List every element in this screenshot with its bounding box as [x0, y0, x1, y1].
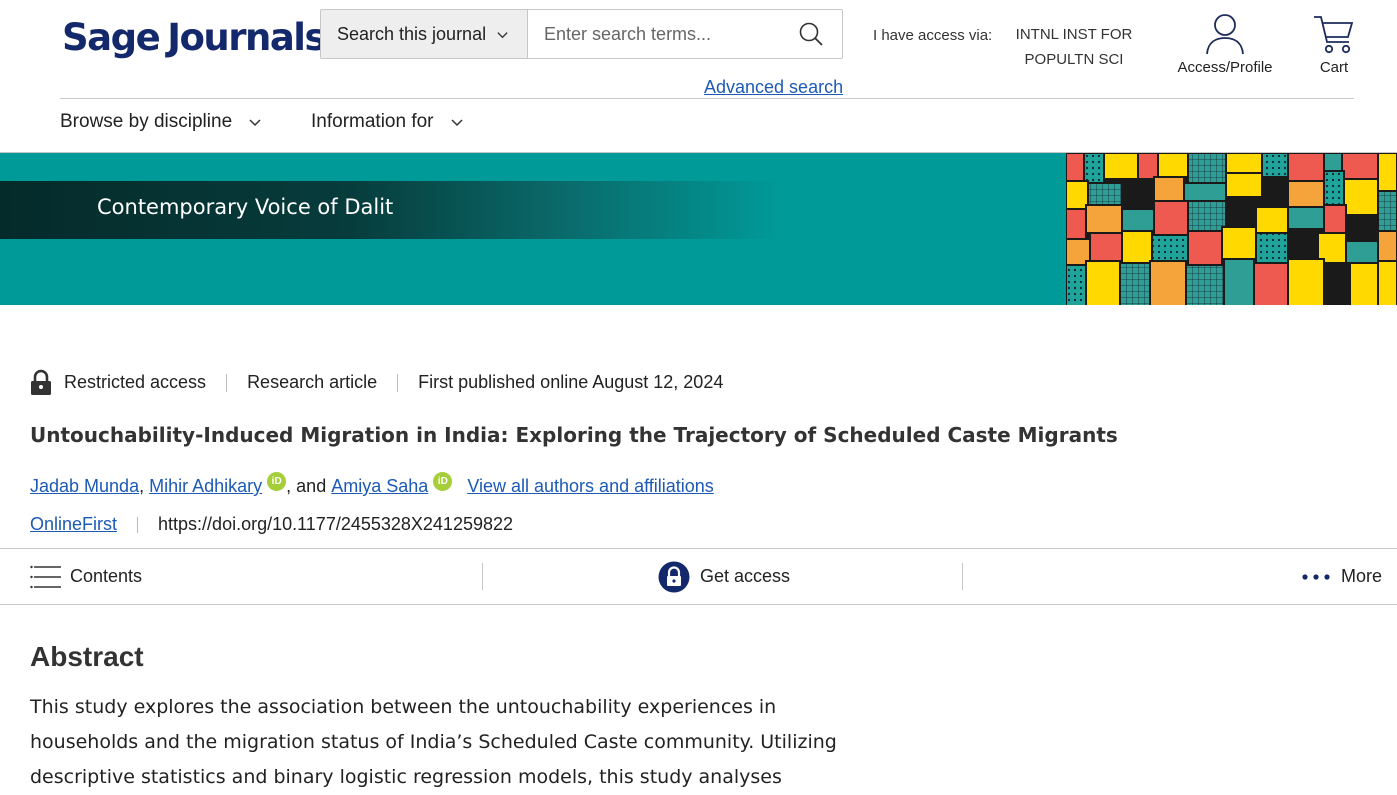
- menu-list-icon: [30, 565, 61, 588]
- cart-icon: [1314, 16, 1354, 54]
- author-link[interactable]: Mihir Adhikary: [149, 476, 262, 497]
- browse-discipline-menu[interactable]: Browse by discipline: [60, 111, 262, 133]
- action-divider: [482, 563, 483, 590]
- access-profile-label: Access/Profile: [1177, 59, 1273, 76]
- cart-label: Cart: [1319, 59, 1349, 76]
- view-all-authors-link[interactable]: View all authors and affiliations: [467, 476, 714, 497]
- doi-text[interactable]: https://doi.org/10.1177/2455328X24125982…: [158, 514, 513, 535]
- access-institution-line2: POPULTN SCI: [1024, 51, 1124, 68]
- meta-separator: [397, 373, 399, 392]
- access-institution-line1: INTNL INST FOR: [1015, 26, 1133, 43]
- orcid-icon[interactable]: iD: [433, 472, 453, 491]
- search-bar: Search this journal: [320, 9, 843, 59]
- article-title: Untouchability-Induced Migration in Indi…: [30, 423, 1118, 447]
- lock-circle-icon: [658, 561, 690, 592]
- get-access-button[interactable]: Get access: [658, 549, 790, 604]
- journal-banner: Contemporary Voice of Dalit: [0, 152, 1397, 305]
- chevron-down-icon: [249, 119, 261, 127]
- access-via-label: I have access via:: [873, 27, 993, 44]
- user-icon: [1206, 14, 1244, 55]
- journal-cover-pattern: [1066, 153, 1397, 305]
- orcid-icon[interactable]: iD: [267, 472, 287, 491]
- contents-label: Contents: [70, 566, 143, 586]
- more-label: More: [1341, 566, 1383, 586]
- author-separator: ,: [139, 476, 145, 496]
- contents-button[interactable]: Contents: [30, 549, 142, 604]
- get-access-label: Get access: [700, 566, 791, 586]
- search-icon: [799, 22, 823, 46]
- article-action-bar: Contents Get access More: [0, 548, 1397, 605]
- meta-separator: [226, 373, 228, 392]
- article-type: Research article: [247, 372, 378, 392]
- header-divider: [60, 98, 1354, 99]
- logo-journals-text: Journals: [167, 16, 326, 59]
- chevron-down-icon: [450, 119, 463, 127]
- logo-sage-text: Sage: [62, 16, 161, 59]
- access-status: Restricted access: [64, 372, 207, 392]
- search-scope-label: Search this journal: [337, 23, 487, 44]
- chevron-down-icon: [497, 31, 508, 38]
- sage-journals-logo[interactable]: Sage Journals: [62, 14, 326, 62]
- abstract-text: This study explores the association betw…: [30, 696, 837, 788]
- search-scope-dropdown[interactable]: Search this journal: [321, 10, 528, 58]
- browse-discipline-label: Browse by discipline: [60, 111, 233, 132]
- advanced-search-link[interactable]: Advanced search: [704, 77, 843, 98]
- more-button[interactable]: More: [1302, 549, 1382, 604]
- author-list: Jadab Munda , Mihir Adhikary iD , and Am…: [30, 472, 714, 497]
- article-meta-row: Restricted access Research article First…: [30, 369, 723, 396]
- meta-separator: [137, 516, 139, 533]
- lock-icon: [31, 369, 51, 395]
- author-separator: , and: [286, 476, 327, 496]
- author-link[interactable]: Jadab Munda: [30, 476, 139, 497]
- search-button[interactable]: [780, 10, 842, 58]
- more-dots-icon: [1302, 573, 1330, 580]
- action-divider: [962, 563, 963, 590]
- search-input[interactable]: [528, 10, 780, 58]
- doi-row: OnlineFirst https://doi.org/10.1177/2455…: [30, 514, 513, 535]
- abstract-heading: Abstract: [30, 641, 144, 672]
- information-for-label: Information for: [311, 111, 434, 132]
- author-link[interactable]: Amiya Saha: [331, 476, 428, 497]
- publication-date: First published online August 12, 2024: [418, 372, 724, 392]
- cart-button[interactable]: Cart: [1306, 12, 1362, 76]
- onlinefirst-link[interactable]: OnlineFirst: [30, 514, 117, 535]
- access-profile-button[interactable]: Access/Profile: [1168, 12, 1282, 76]
- information-for-menu[interactable]: Information for: [311, 111, 464, 133]
- journal-title[interactable]: Contemporary Voice of Dalit: [97, 195, 393, 219]
- access-institution: INTNL INST FOR POPULTN SCI: [1004, 22, 1144, 72]
